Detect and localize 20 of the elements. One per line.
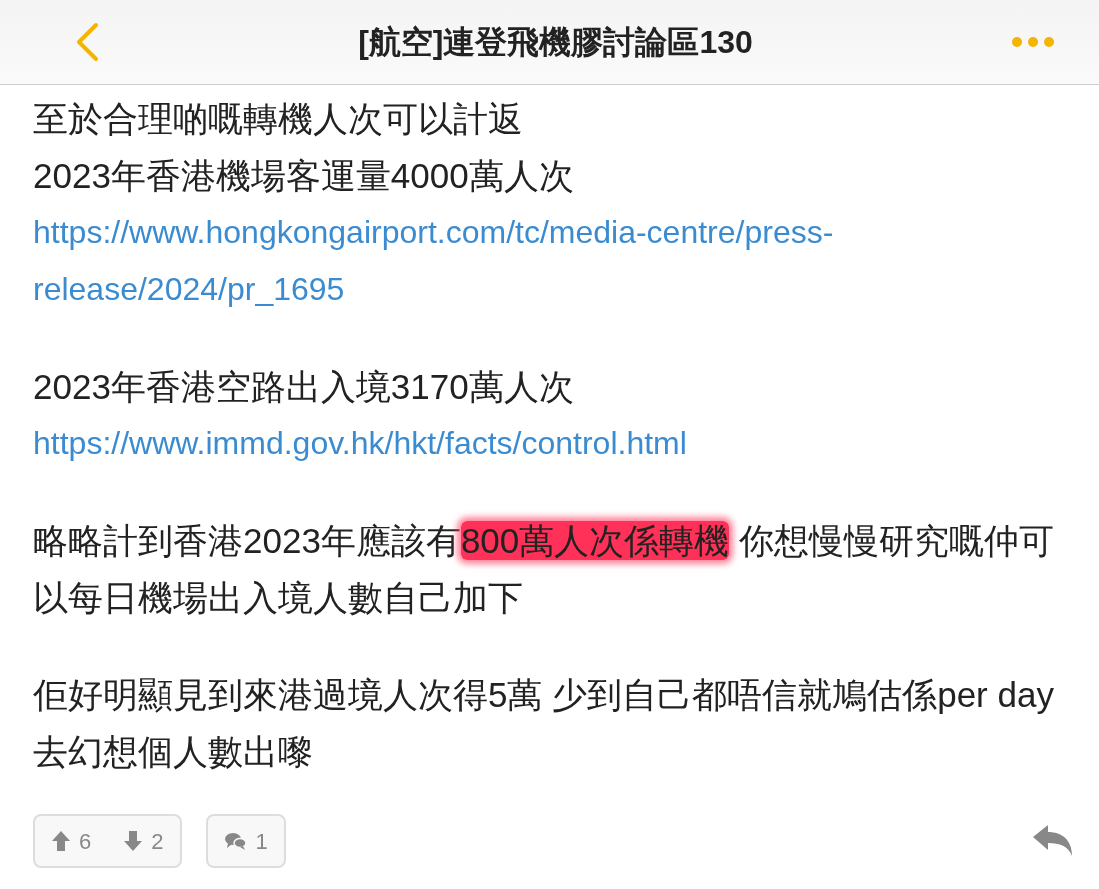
back-icon[interactable] [74, 22, 100, 62]
downvote-icon[interactable] [123, 830, 144, 852]
post-text-line: 2023年香港機場客運量4000萬人次 [33, 155, 575, 197]
more-icon[interactable] [1011, 36, 1055, 48]
reply-icon[interactable] [1032, 824, 1074, 858]
upvote-count: 6 [79, 827, 92, 856]
upvote-icon[interactable] [51, 830, 71, 852]
post-text-line: 略略計到香港2023年應該有800萬人次係轉機 你想慢慢研究嘅仲可 [33, 520, 1055, 562]
post-text-line: 2023年香港空路出入境3170萬人次 [33, 366, 575, 408]
post-link[interactable]: https://www.hongkongairport.com/tc/media-centre/press- release/2024/pr_1695 [33, 204, 1074, 318]
comment-box[interactable]: 1 [205, 814, 286, 868]
comment-icon [223, 831, 248, 851]
post-text-line: 至於合理啲嘅轉機人次可以計返 [33, 98, 524, 140]
thread-title: [航空]連登飛機膠討論區130 [358, 26, 753, 58]
comment-count: 1 [255, 827, 268, 856]
post-text-line: 以每日機場出入境人數自己加下 [33, 577, 524, 619]
downvote-count: 2 [151, 827, 164, 856]
post-text-line: 去幻想個人數出嚟 [33, 731, 314, 773]
post-link[interactable]: https://www.immd.gov.hk/hkt/facts/control.html [33, 415, 1074, 472]
post-text-line: 佢好明顯見到來港過境人次得5萬 少到自己都唔信就鳩估係per day [33, 674, 1055, 716]
